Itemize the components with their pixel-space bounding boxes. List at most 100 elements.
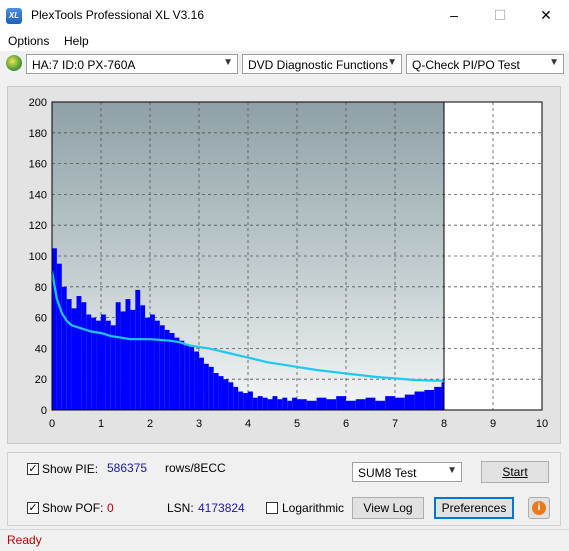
maximize-button[interactable]: ☐: [477, 0, 523, 31]
pie-bar: [346, 400, 356, 410]
y-tick-label: 20: [35, 374, 47, 386]
pie-bar: [115, 302, 121, 410]
pie-bar: [277, 399, 283, 410]
y-tick-label: 40: [35, 343, 47, 355]
pie-bar: [169, 333, 175, 410]
pie-bar: [140, 305, 146, 410]
pie-bar: [130, 309, 136, 410]
pie-bar: [179, 340, 185, 410]
y-tick-label: 120: [29, 220, 47, 232]
pie-bar: [66, 299, 72, 410]
preferences-button[interactable]: Preferences: [434, 497, 514, 519]
x-tick-label: 1: [98, 418, 104, 430]
y-tick-label: 180: [29, 128, 47, 140]
pie-bar: [434, 386, 442, 410]
pie-bar: [56, 263, 62, 410]
pie-bar: [164, 329, 170, 410]
pie-bar: [81, 302, 87, 410]
pie-bar: [355, 399, 366, 410]
pie-bar: [213, 373, 219, 410]
y-tick-label: 140: [29, 189, 47, 201]
check-mark-icon: ✓: [28, 463, 38, 475]
drive-select[interactable]: HA:7 ID:0 PX-760A ▼: [26, 54, 238, 74]
pi-po-chart: 0 20 40 60 80 100 120 140 160 180 200 0 1 2 3 4 5 6 7 8 9 10: [29, 97, 548, 430]
pie-bar: [199, 357, 204, 410]
y-tick-label: 200: [29, 97, 47, 109]
minimize-button[interactable]: –: [431, 0, 477, 31]
menu-options[interactable]: Options: [8, 34, 49, 48]
chevron-down-icon: ▼: [223, 57, 233, 68]
x-tick-label: 10: [536, 418, 548, 430]
pie-bar: [395, 397, 405, 410]
x-tick-label: 9: [490, 418, 496, 430]
pie-bar: [174, 337, 180, 410]
y-tick-label: 80: [35, 282, 47, 294]
y-tick-label: 160: [29, 159, 47, 171]
pie-bar: [238, 391, 244, 410]
pie-bar: [159, 325, 165, 410]
pie-bar: [71, 308, 77, 410]
x-tick-label: 4: [245, 418, 251, 430]
drive-disc-icon: [6, 55, 22, 71]
window-title: PlexTools Professional XL V3.16: [31, 8, 204, 22]
pie-bar: [189, 346, 195, 410]
pie-bar: [218, 376, 224, 410]
pie-bar: [404, 394, 415, 410]
pie-bar: [110, 325, 116, 410]
close-button[interactable]: ✕: [523, 0, 569, 31]
start-button[interactable]: Start: [481, 461, 549, 483]
test-select-value: Q-Check PI/PO Test: [412, 58, 520, 72]
start-button-label: Start: [502, 465, 528, 479]
pie-bar: [120, 311, 126, 410]
pie-bar: [424, 389, 435, 410]
pie-unit-label: rows/8ECC: [165, 461, 226, 475]
pie-bar: [150, 314, 155, 410]
pie-bar: [252, 397, 258, 410]
pie-bar: [287, 400, 293, 410]
sum-test-select[interactable]: SUM8 Test ▼: [352, 462, 462, 482]
pie-bar: [96, 320, 101, 410]
pie-bar: [223, 379, 229, 410]
drive-select-value: HA:7 ID:0 PX-760A: [32, 58, 136, 72]
menu-help[interactable]: Help: [64, 34, 89, 48]
show-pof-label: Show POF:: [42, 501, 104, 515]
info-button[interactable]: i: [528, 497, 550, 519]
pie-bar: [262, 397, 268, 410]
show-pie-checkbox[interactable]: ✓: [27, 463, 39, 475]
pie-bar: [326, 399, 337, 410]
pie-bar: [208, 366, 214, 410]
pie-bar: [272, 396, 278, 410]
x-tick-label: 5: [294, 418, 300, 430]
pie-bar: [194, 351, 199, 410]
view-log-button[interactable]: View Log: [352, 497, 424, 519]
pie-bar: [365, 397, 376, 410]
y-tick-label: 60: [35, 313, 47, 325]
pie-count-value: 586375: [107, 461, 148, 475]
menu-bar: Options Help: [0, 31, 569, 51]
function-select-value: DVD Diagnostic Functions: [248, 58, 389, 72]
pie-bar: [336, 396, 346, 410]
y-tick-label: 0: [41, 405, 47, 417]
pie-bar: [61, 286, 67, 410]
test-select[interactable]: Q-Check PI/PO Test ▼: [406, 54, 564, 74]
pof-count-value: 0: [107, 501, 114, 515]
pie-bar: [76, 296, 82, 410]
x-tick-label: 3: [196, 418, 202, 430]
x-tick-label: 6: [343, 418, 349, 430]
pie-bar: [248, 391, 253, 410]
chevron-down-icon: ▼: [549, 57, 559, 68]
pie-bar: [135, 289, 141, 410]
x-tick-label: 0: [49, 418, 55, 430]
logarithmic-checkbox[interactable]: [266, 502, 278, 514]
show-pof-checkbox[interactable]: ✓: [27, 502, 39, 514]
lsn-value: 4173824: [198, 501, 245, 515]
pie-bar: [306, 400, 317, 410]
pie-bar: [86, 314, 92, 410]
x-tick-label: 2: [147, 418, 153, 430]
pie-bar: [233, 386, 239, 410]
pie-bar: [292, 397, 297, 410]
pie-bar: [316, 397, 327, 410]
pie-bar: [184, 345, 190, 410]
status-text: Ready: [7, 533, 42, 547]
function-select[interactable]: DVD Diagnostic Functions ▼: [242, 54, 402, 74]
